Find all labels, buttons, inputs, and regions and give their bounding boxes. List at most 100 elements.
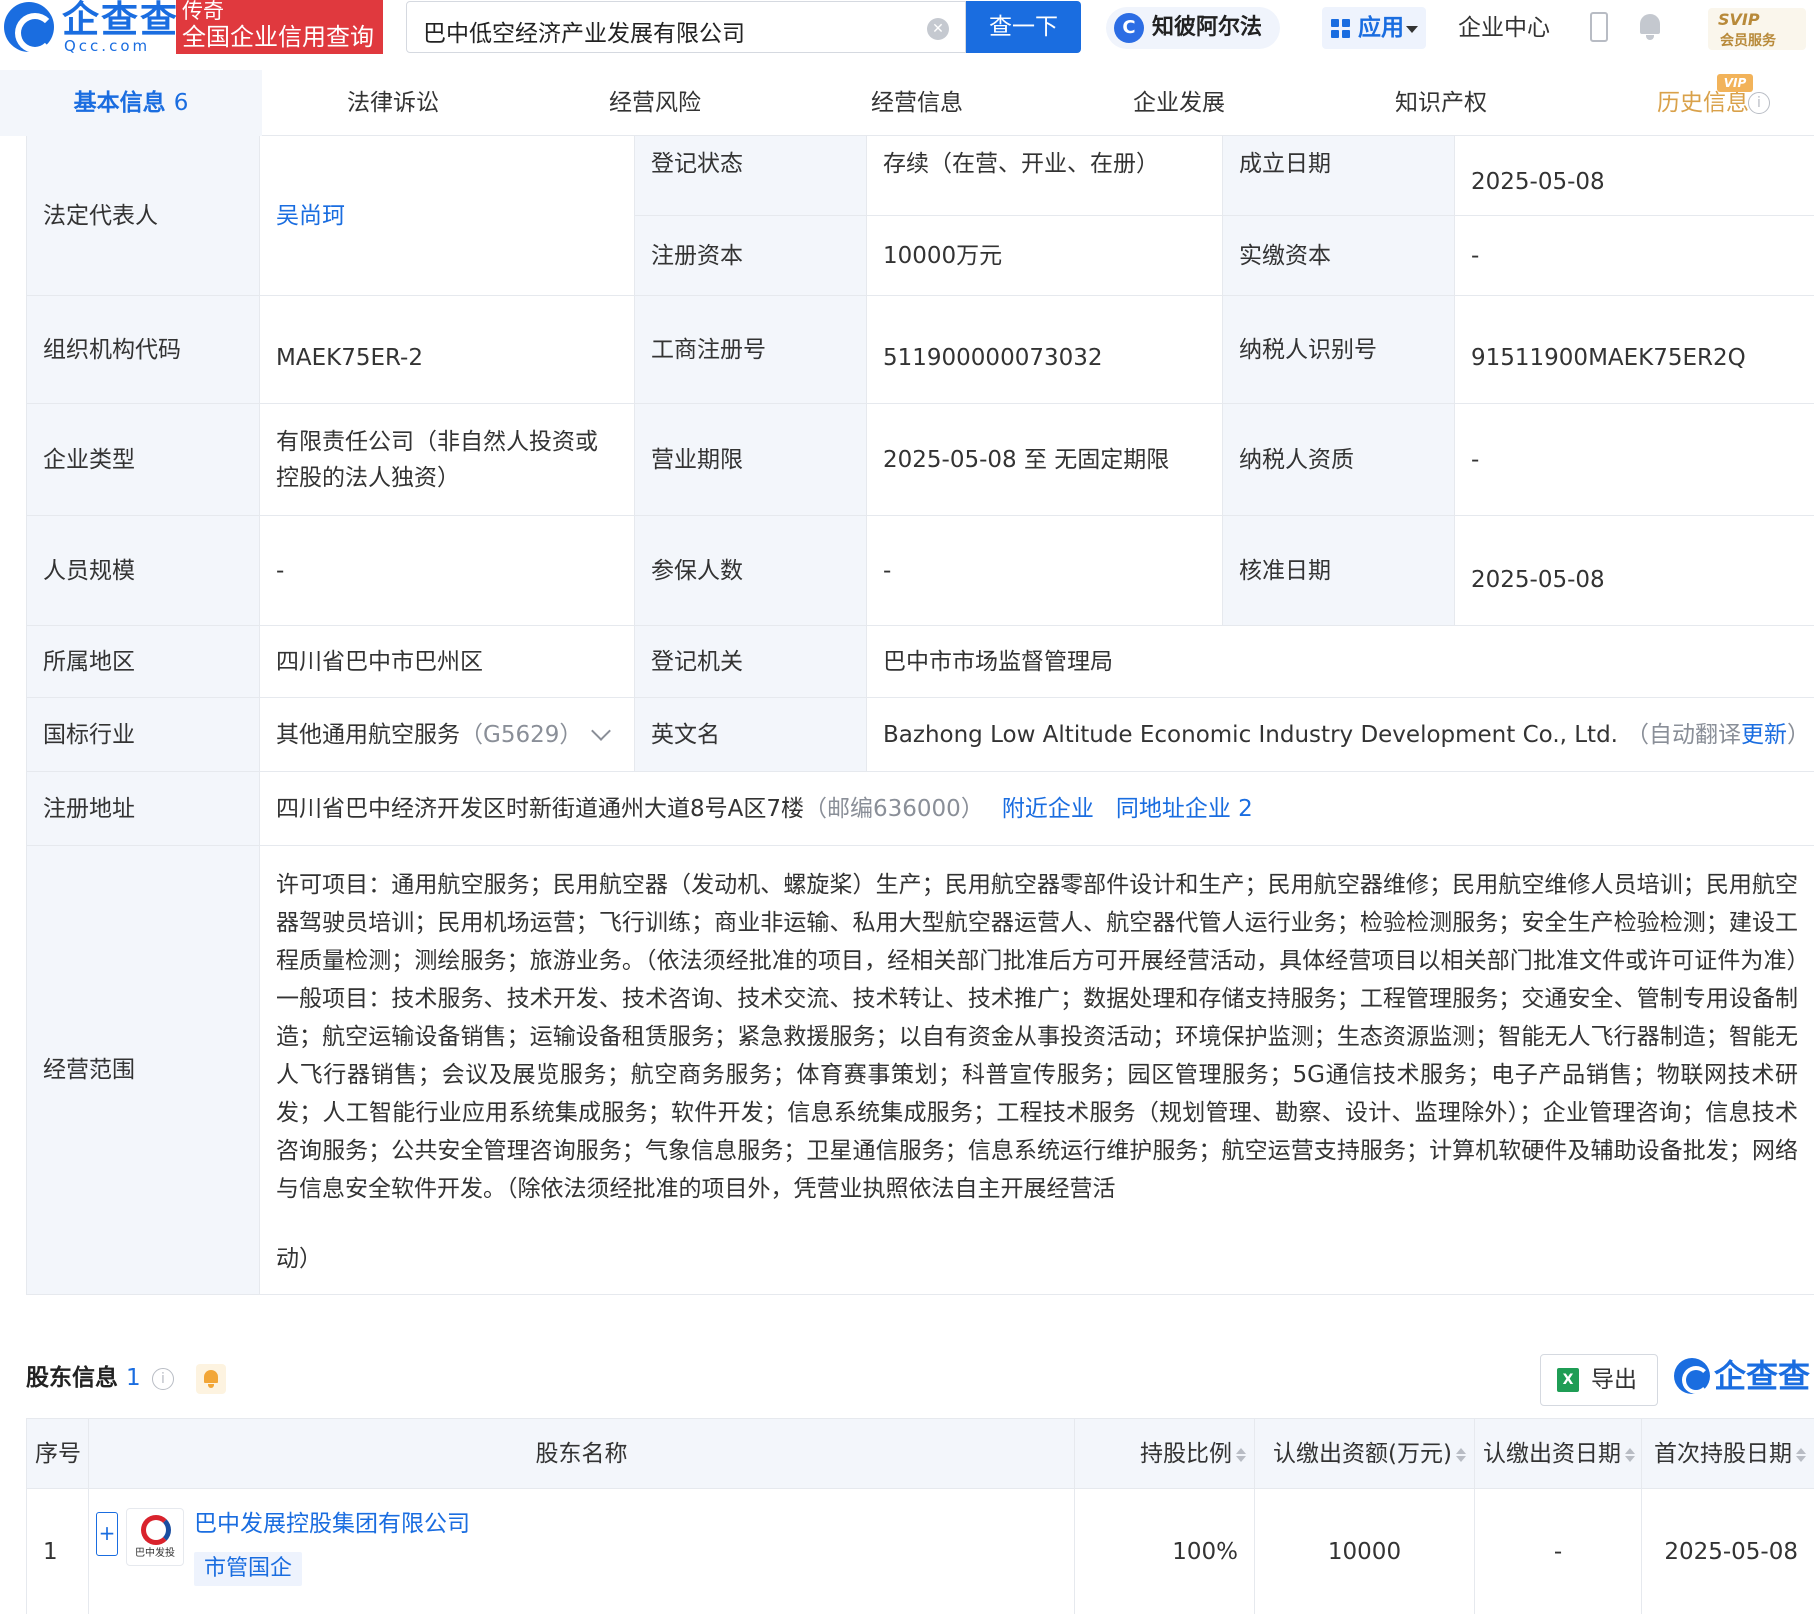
col-sub-date-label: 认缴出资日期 (1483, 1441, 1621, 1467)
vip-badge: VIP (1717, 74, 1753, 92)
reg-status-label: 登记状态 (635, 136, 867, 216)
top-header: 企查查 Qcc.com 传奇 全国企业信用查询 巴中低空经济产业发展有限公司 ✕… (0, 0, 1814, 62)
industry-value: 其他通用航空服务 (276, 721, 460, 748)
nearby-companies-link[interactable]: 附近企业 (1002, 791, 1094, 827)
taxpayer-qual-value: - (1455, 404, 1814, 516)
tab-business-risk[interactable]: 经营风险 (524, 70, 786, 136)
auto-translate-note: （自动翻译 (1626, 721, 1741, 748)
company-logo-icon (141, 1515, 171, 1545)
col-ratio[interactable]: 持股比例 (1075, 1419, 1255, 1489)
legal-rep-label: 法定代表人 (27, 136, 260, 296)
authority-value: 巴中市市场监督管理局 (867, 626, 1814, 698)
qcc-brand-icon (1674, 1358, 1710, 1394)
insured-value: - (867, 516, 1223, 626)
staff-label: 人员规模 (27, 516, 260, 626)
sort-icon[interactable] (1236, 1447, 1246, 1462)
col-sub-date[interactable]: 认缴出资日期 (1475, 1419, 1642, 1489)
qcc-brand-text: 企查查 (1714, 1357, 1811, 1395)
shareholder-name-link[interactable]: 巴中发展控股集团有限公司 (194, 1506, 470, 1542)
tab-business-info[interactable]: 经营信息 (786, 70, 1048, 136)
promo-banner[interactable]: 传奇 全国企业信用查询 (176, 0, 383, 54)
svip-label: SVIP (1718, 10, 1760, 29)
state-owned-tag: 市管国企 (194, 1552, 303, 1586)
info-icon[interactable]: i (1748, 92, 1770, 114)
english-name-value: Bazhong Low Altitude Economic Industry D… (883, 721, 1618, 748)
found-date-label: 成立日期 (1223, 136, 1455, 216)
clear-search-icon[interactable]: ✕ (927, 18, 949, 40)
ai-assistant-button[interactable]: C 知彼阿尔法 (1106, 7, 1280, 49)
mobile-app-icon[interactable] (1590, 12, 1608, 42)
shareholders-title-text: 股东信息 (26, 1365, 118, 1391)
industry-code: （G5629） (460, 721, 583, 748)
scope-value-tail: 动） (276, 1246, 322, 1272)
enterprise-center-link[interactable]: 企业中心 (1458, 7, 1550, 49)
scope-cell: 许可项目：通用航空服务；民用航空器（发动机、螺旋桨）生产；民用航空器零部件设计和… (260, 846, 1814, 1295)
industry-label: 国标行业 (27, 698, 260, 772)
tab-development[interactable]: 企业发展 (1048, 70, 1310, 136)
paid-capital-label: 实缴资本 (1223, 216, 1455, 296)
col-amount[interactable]: 认缴出资额(万元) (1255, 1419, 1475, 1489)
found-date-value: 2025-05-08 (1455, 136, 1814, 216)
row-ratio: 100% (1075, 1489, 1255, 1614)
insured-label: 参保人数 (635, 516, 867, 626)
chevron-down-icon (1406, 26, 1418, 33)
logo-subtext: Qcc.com (64, 37, 151, 55)
same-address-link[interactable]: 同地址企业 2 (1116, 791, 1253, 827)
excel-icon: X (1557, 1368, 1579, 1392)
reg-capital-value: 10000万元 (867, 216, 1223, 296)
export-label: 导出 (1591, 1367, 1637, 1393)
svip-member-button[interactable]: SVIP 会员服务 (1708, 8, 1806, 50)
promo-line2: 全国企业信用查询 (182, 23, 374, 51)
tab-legal[interactable]: 法律诉讼 (262, 70, 524, 136)
sort-icon[interactable] (1625, 1447, 1635, 1462)
tab-basic-info[interactable]: 基本信息 6 (0, 70, 262, 136)
ai-assistant-label: 知彼阿尔法 (1152, 15, 1263, 40)
authority-label: 登记机关 (635, 626, 867, 698)
auto-translate-note-end: ） (1787, 721, 1810, 748)
tab-ip[interactable]: 知识产权 (1310, 70, 1572, 136)
paid-capital-value: - (1455, 216, 1814, 296)
col-first-date[interactable]: 首次持股日期 (1642, 1419, 1814, 1489)
address-label: 注册地址 (27, 772, 260, 846)
row-amount: 10000 (1255, 1489, 1475, 1614)
sort-icon[interactable] (1796, 1447, 1806, 1462)
col-first-date-label: 首次持股日期 (1654, 1441, 1792, 1467)
term-value: 2025-05-08 至 无固定期限 (867, 404, 1223, 516)
scope-value: 许可项目：通用航空服务；民用航空器（发动机、螺旋桨）生产；民用航空器零部件设计和… (276, 872, 1798, 1202)
search-button[interactable]: 查一下 (966, 1, 1081, 53)
export-button[interactable]: X 导出 (1540, 1354, 1658, 1406)
legal-rep-link[interactable]: 吴尚珂 (260, 136, 635, 296)
term-label: 营业期限 (635, 404, 867, 516)
notification-bell-icon[interactable] (1638, 14, 1662, 40)
tab-basic-info-label: 基本信息 (73, 90, 166, 116)
shareholders-title: 股东信息 1 (26, 1362, 141, 1394)
info-icon[interactable]: i (152, 1368, 174, 1390)
industry-value-cell[interactable]: 其他通用航空服务 （G5629） (260, 698, 635, 772)
company-logo-text: 巴中发投 (135, 1548, 175, 1559)
tab-history[interactable]: 历史信息 (1572, 70, 1814, 136)
member-service-label: 会员服务 (1720, 33, 1776, 49)
company-logo[interactable]: 巴中发投 (126, 1508, 184, 1566)
region-label: 所属地区 (27, 626, 260, 698)
logo-text[interactable]: 企查查 (62, 0, 179, 40)
search-input[interactable]: 巴中低空经济产业发展有限公司 ✕ (406, 1, 966, 53)
search-input-value[interactable]: 巴中低空经济产业发展有限公司 (423, 14, 745, 48)
sort-icon[interactable] (1456, 1447, 1466, 1462)
biz-reg-no-value: 511900000073032 (867, 296, 1223, 404)
section-tabs: 基本信息 6 法律诉讼 经营风险 经营信息 企业发展 知识产权 历史信息 (0, 70, 1814, 136)
address-postcode: （邮编636000） (804, 795, 984, 822)
row-index: 1 (27, 1489, 89, 1614)
expand-row-button[interactable]: + (96, 1512, 118, 1556)
ai-logo-icon: C (1114, 13, 1144, 43)
chevron-down-icon[interactable] (591, 720, 612, 741)
staff-value: - (260, 516, 635, 626)
update-translation-link[interactable]: 更新 (1741, 717, 1787, 753)
monitor-bell-icon[interactable] (196, 1364, 226, 1394)
row-sub-date: - (1475, 1489, 1642, 1614)
company-type-value: 有限责任公司（非自然人投资或控股的法人独资） (260, 404, 635, 516)
promo-line1: 传奇 (182, 0, 224, 23)
apps-menu-button[interactable]: 应用 (1322, 7, 1426, 49)
qcc-logo-icon[interactable] (4, 2, 55, 53)
reg-capital-label: 注册资本 (635, 216, 867, 296)
taxpayer-qual-label: 纳税人资质 (1223, 404, 1455, 516)
